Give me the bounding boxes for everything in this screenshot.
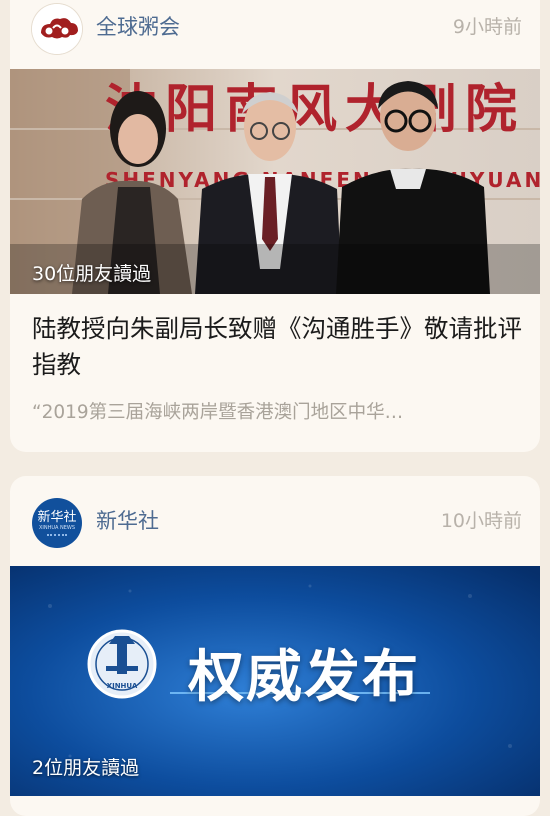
article-summary: “2019第三届海峡两岸暨香港澳门地区中华… (32, 402, 404, 423)
globe-dots-icon (47, 534, 67, 544)
article-photo[interactable]: 沈阳南风大剧院 SHENYANG NANFENG DAJUYUAN 30位朋友讀… (10, 69, 540, 294)
post-time: 10小時前 (440, 510, 522, 532)
photo-sign-text: 沈阳南风大剧院 (105, 79, 525, 140)
article-title[interactable]: 陆教授向朱副局长致赠《沟通胜手》敬请批评指教 (32, 311, 522, 383)
readers-count: 30位朋友讀過 (32, 263, 152, 285)
readers-count: 2位朋友讀過 (32, 757, 140, 779)
emblem-text: XINHUA (107, 682, 138, 690)
card-header: 全球粥会 9小時前 (10, 0, 540, 54)
source-avatar[interactable]: 新华社 XINHUA NEWS (32, 498, 82, 548)
source-name[interactable]: 全球粥会 (96, 11, 180, 41)
xinhua-logo-sub: XINHUA NEWS (38, 525, 76, 531)
feed-card[interactable]: 全球粥会 9小時前 沈阳南风大剧院 SHENYANG NANFENG DAJUY… (10, 0, 540, 452)
source-name[interactable]: 新华社 (96, 505, 159, 535)
source-avatar[interactable] (32, 4, 82, 54)
xinhua-logo-text: 新华社 (37, 510, 77, 525)
xinhua-emblem-icon: XINHUA (87, 629, 157, 699)
feed-card[interactable]: 新华社 XINHUA NEWS 新华社 10小時前 XINHUA 权威发布 2位… (10, 476, 540, 816)
banner-title: 权威发布 (188, 645, 420, 710)
post-time: 9小時前 (452, 16, 522, 38)
card-header: 新华社 XINHUA NEWS 新华社 10小時前 (10, 494, 540, 548)
zhouhui-cloud-logo-icon (32, 4, 82, 54)
article-banner[interactable]: XINHUA 权威发布 2位朋友讀過 (10, 566, 540, 796)
